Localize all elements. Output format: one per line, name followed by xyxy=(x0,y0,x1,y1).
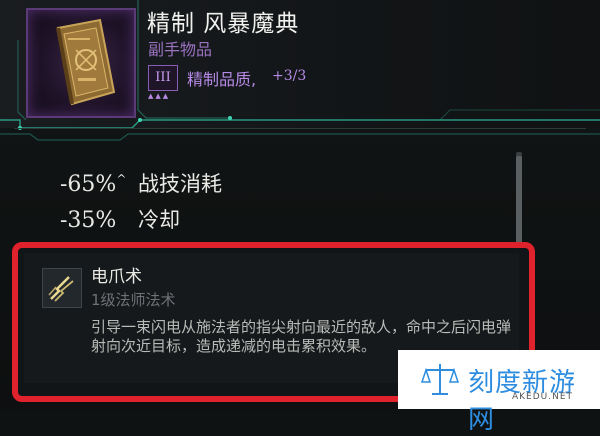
scales-logo-icon xyxy=(420,364,460,395)
watermark-domain: AKEDU.NET xyxy=(512,392,574,402)
quality-label: 精制品质, xyxy=(187,70,257,89)
item-tooltip: 精制 风暴魔典 副手物品 III ▲▲▲ 精制品质, +3/3 -65%^ 战技消… xyxy=(0,0,600,409)
lightning-claw-icon xyxy=(48,276,74,302)
tier-badge: III xyxy=(148,65,178,91)
spell-type: 1级法师法术 xyxy=(91,291,176,309)
stat-label: 战技消耗 xyxy=(138,172,222,196)
item-type: 副手物品 xyxy=(148,40,213,59)
stat-value: -35% xyxy=(60,208,117,233)
tier-pips-icon: ▲▲▲ xyxy=(148,92,171,100)
quality-value: +3/3 xyxy=(272,68,307,84)
item-icon-frame xyxy=(26,8,136,118)
stat-value: -65%^ xyxy=(60,172,127,197)
stat-row: -65%^ 战技消耗 xyxy=(60,168,222,198)
item-name: 精制 风暴魔典 xyxy=(147,11,300,37)
spell-name: 电爪术 xyxy=(91,267,142,287)
stat-caret: ^ xyxy=(116,172,127,186)
scrollbar-thumb[interactable] xyxy=(516,156,522,252)
stat-label: 冷却 xyxy=(138,208,180,232)
grimoire-book-icon xyxy=(56,18,116,106)
header-divider xyxy=(14,128,586,129)
spell-icon-frame xyxy=(42,268,82,308)
stat-row: -35% 冷却 xyxy=(60,204,180,234)
